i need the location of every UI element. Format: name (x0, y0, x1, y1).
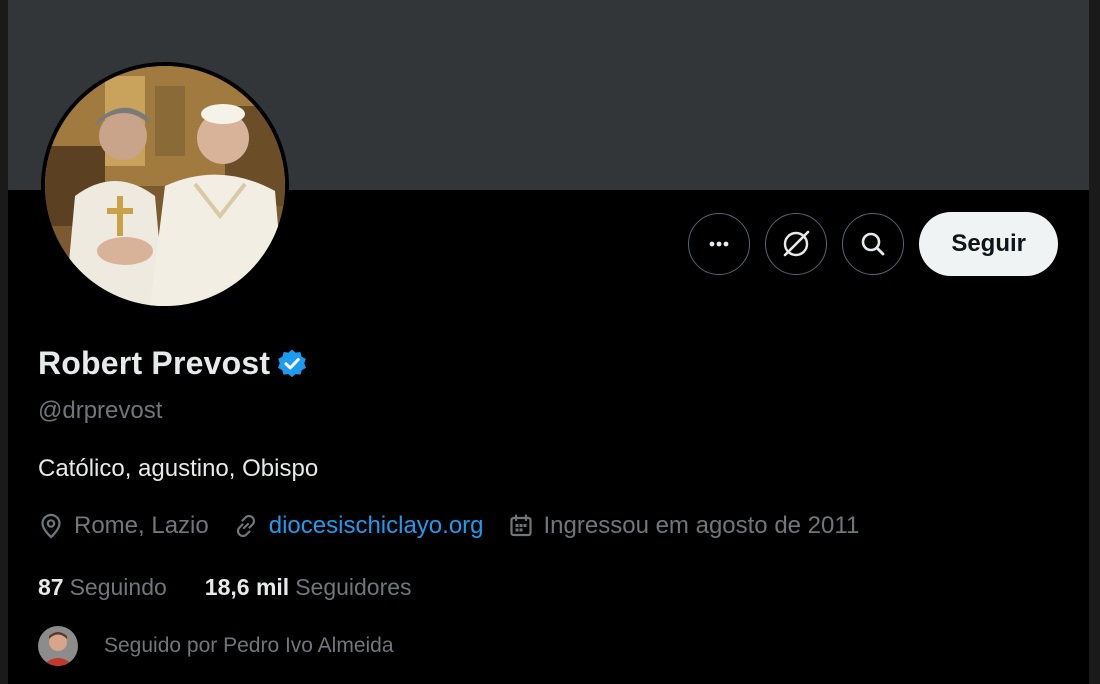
grok-button[interactable] (765, 213, 828, 275)
search-icon (862, 232, 885, 256)
follower-avatar (38, 626, 78, 666)
avatar-photo (45, 66, 285, 306)
profile-name: Robert Prevost (38, 345, 271, 381)
link-icon (236, 514, 255, 538)
profile-website: diocesischiclayo.org (233, 512, 484, 540)
location-pin-icon (41, 513, 61, 539)
profile-location: Rome, Lazio (38, 512, 209, 540)
profile-joined: Ingressou em agosto de 2011 (508, 512, 860, 540)
search-button[interactable] (842, 213, 905, 275)
followers-label: Seguidores (295, 574, 412, 600)
followers-value: 18,6 mil (204, 574, 290, 600)
follower-avatar-photo (38, 626, 78, 666)
joined-text: Ingressou em agosto de 2011 (543, 512, 860, 539)
following-label: Seguindo (69, 574, 167, 600)
followed-by-text: Seguido por Pedro Ivo Almeida (104, 634, 394, 657)
profile-page: Seguir Robert Prevost @drprevost Católic… (8, 0, 1089, 684)
profile-actions: Seguir (688, 212, 1058, 276)
profile-avatar[interactable] (41, 62, 289, 310)
followed-by[interactable]: Seguido por Pedro Ivo Almeida (38, 626, 394, 666)
website-link[interactable]: diocesischiclayo.org (269, 512, 484, 540)
location-text: Rome, Lazio (74, 512, 209, 539)
following-value: 87 (38, 574, 64, 600)
verified-badge-icon[interactable] (276, 348, 308, 380)
profile-handle: @drprevost (38, 397, 163, 424)
more-horizontal-icon (709, 241, 729, 247)
profile-name-row: Robert Prevost (38, 345, 308, 382)
grok-icon (784, 230, 810, 257)
calendar-icon (509, 514, 532, 537)
followers-count[interactable]: 18,6 mil Seguidores (205, 574, 412, 601)
follow-button[interactable]: Seguir (919, 212, 1058, 276)
profile-counts: 87 Seguindo 18,6 mil Seguidores (38, 574, 450, 601)
following-count[interactable]: 87 Seguindo (38, 574, 167, 601)
profile-bio: Católico, agustino, Obispo (38, 455, 319, 482)
follow-button-label: Seguir (951, 230, 1026, 257)
profile-meta: Rome, Lazio diocesischiclayo.org Ingress… (38, 512, 883, 540)
more-button[interactable] (688, 213, 751, 275)
